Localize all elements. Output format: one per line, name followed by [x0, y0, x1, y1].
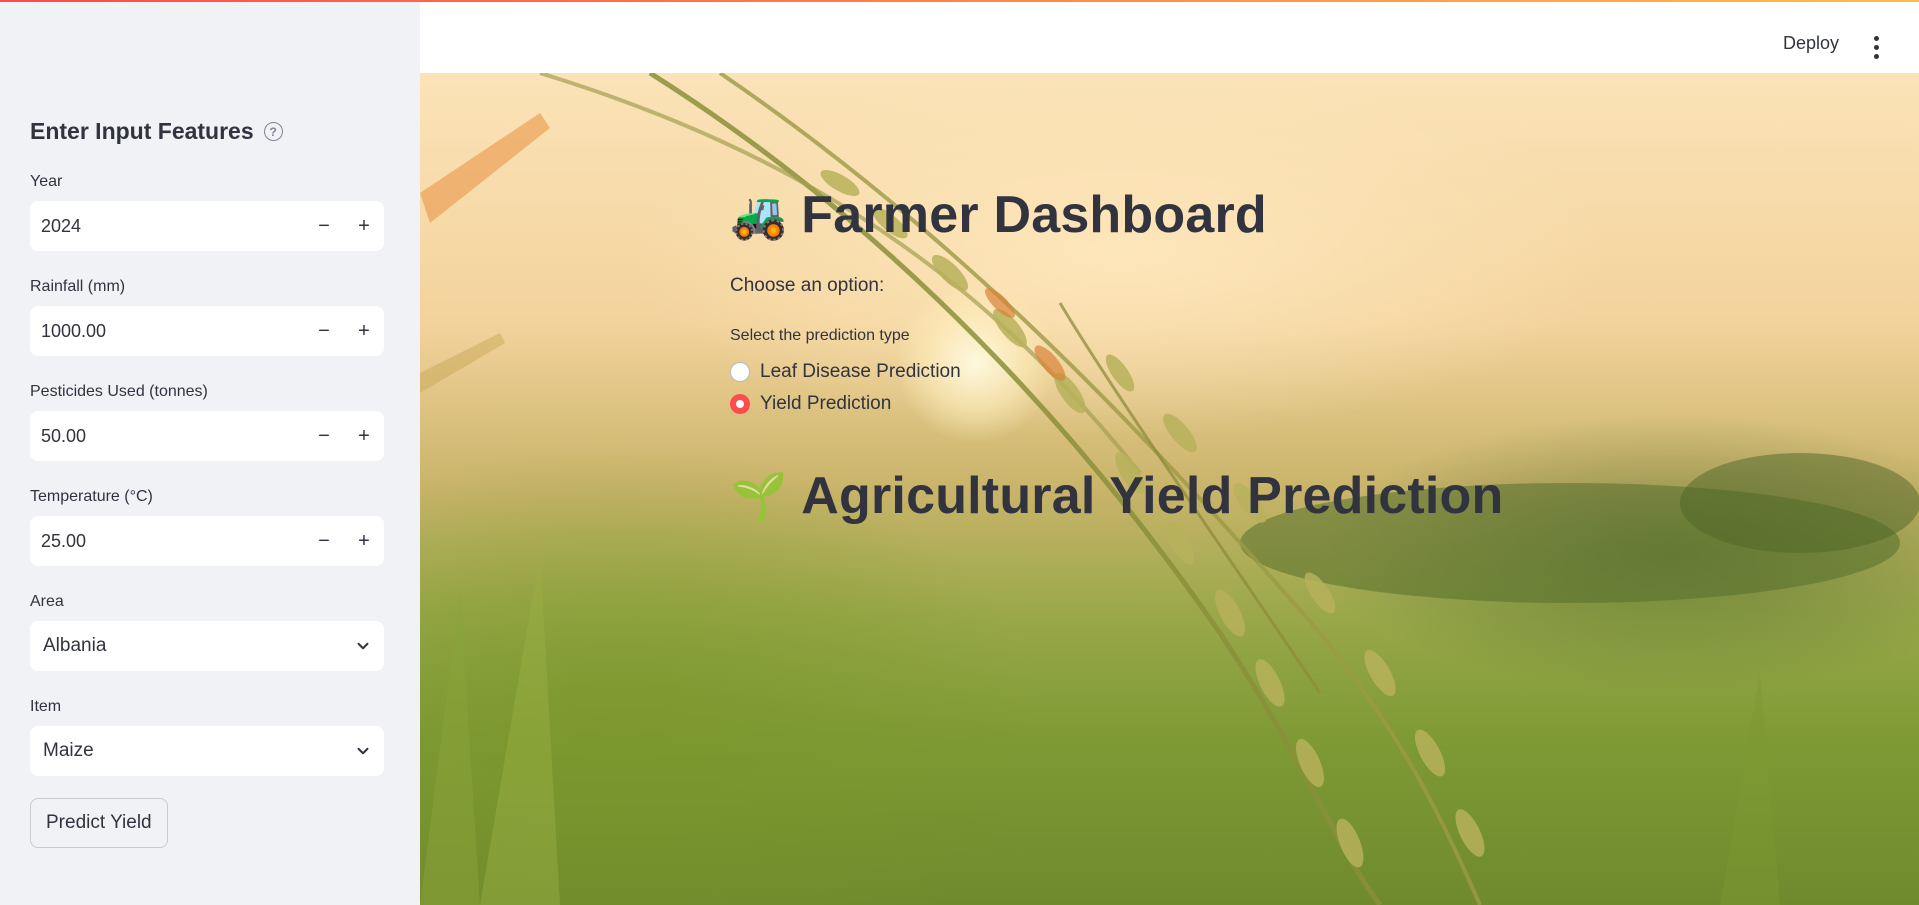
area-select[interactable]: Albania: [30, 621, 384, 671]
section-title: Agricultural Yield Prediction: [801, 467, 1504, 525]
rainfall-label: Rainfall (mm): [30, 278, 126, 295]
year-value[interactable]: 2024: [30, 216, 304, 237]
sidebar: Enter Input Features ? Year 2024 − + Rai…: [0, 0, 420, 905]
year-increment-button[interactable]: +: [344, 201, 384, 251]
dashboard-title-row: 🚜 Farmer Dashboard: [730, 185, 1267, 245]
radio-leaf-disease-label[interactable]: Leaf Disease Prediction: [760, 361, 961, 383]
year-input[interactable]: 2024 − +: [30, 201, 384, 251]
radio-yield-prediction[interactable]: Yield Prediction: [730, 393, 891, 415]
chevron-down-icon[interactable]: [354, 742, 372, 760]
temperature-label: Temperature (°C): [30, 488, 153, 505]
chevron-down-icon[interactable]: [354, 637, 372, 655]
item-field: Item Maize: [30, 698, 384, 776]
pesticides-value[interactable]: 50.00: [30, 426, 304, 447]
radio-checked-icon[interactable]: [730, 394, 750, 414]
temperature-increment-button[interactable]: +: [344, 516, 384, 566]
pesticides-field: Pesticides Used (tonnes) 50.00 − +: [30, 383, 384, 461]
pesticides-input[interactable]: 50.00 − +: [30, 411, 384, 461]
temperature-value[interactable]: 25.00: [30, 531, 304, 552]
rainfall-increment-button[interactable]: +: [344, 306, 384, 356]
app-root: Enter Input Features ? Year 2024 − + Rai…: [0, 0, 1919, 905]
pesticides-decrement-button[interactable]: −: [304, 411, 344, 461]
radio-group-label: Select the prediction type: [730, 327, 910, 344]
year-decrement-button[interactable]: −: [304, 201, 344, 251]
item-selected-value: Maize: [43, 740, 94, 761]
year-field: Year 2024 − +: [30, 173, 384, 251]
area-field: Area Albania: [30, 593, 384, 671]
rainfall-input[interactable]: 1000.00 − +: [30, 306, 384, 356]
main-content: 🚜 Farmer Dashboard Choose an option: Sel…: [420, 73, 1919, 905]
year-label: Year: [30, 173, 63, 190]
item-select[interactable]: Maize: [30, 726, 384, 776]
area-label: Area: [30, 593, 64, 610]
pesticides-label: Pesticides Used (tonnes): [30, 383, 208, 400]
rainfall-value[interactable]: 1000.00: [30, 321, 304, 342]
top-header: Deploy: [420, 0, 1919, 73]
predict-yield-button[interactable]: Predict Yield: [30, 798, 168, 848]
radio-leaf-disease[interactable]: Leaf Disease Prediction: [730, 361, 961, 383]
temperature-input[interactable]: 25.00 − +: [30, 516, 384, 566]
choose-option-text: Choose an option:: [730, 275, 885, 296]
radio-unchecked-icon[interactable]: [730, 362, 750, 382]
rainfall-decrement-button[interactable]: −: [304, 306, 344, 356]
page-title: Farmer Dashboard: [801, 186, 1267, 244]
sidebar-heading: Enter Input Features ?: [30, 118, 283, 145]
seedling-icon: 🌱: [730, 469, 788, 522]
tractor-icon: 🚜: [730, 188, 788, 241]
more-vertical-icon[interactable]: [1873, 36, 1879, 59]
yield-title-row: 🌱 Agricultural Yield Prediction: [730, 466, 1503, 526]
radio-yield-prediction-label[interactable]: Yield Prediction: [760, 393, 891, 415]
rainfall-field: Rainfall (mm) 1000.00 − +: [30, 278, 384, 356]
item-label: Item: [30, 698, 62, 715]
deploy-button[interactable]: Deploy: [1783, 33, 1839, 54]
area-selected-value: Albania: [43, 635, 107, 656]
pesticides-increment-button[interactable]: +: [344, 411, 384, 461]
top-accent-bar: [0, 0, 1919, 2]
sidebar-heading-text: Enter Input Features: [30, 118, 254, 144]
temperature-decrement-button[interactable]: −: [304, 516, 344, 566]
help-circle-icon[interactable]: ?: [263, 122, 283, 141]
temperature-field: Temperature (°C) 25.00 − +: [30, 488, 384, 566]
